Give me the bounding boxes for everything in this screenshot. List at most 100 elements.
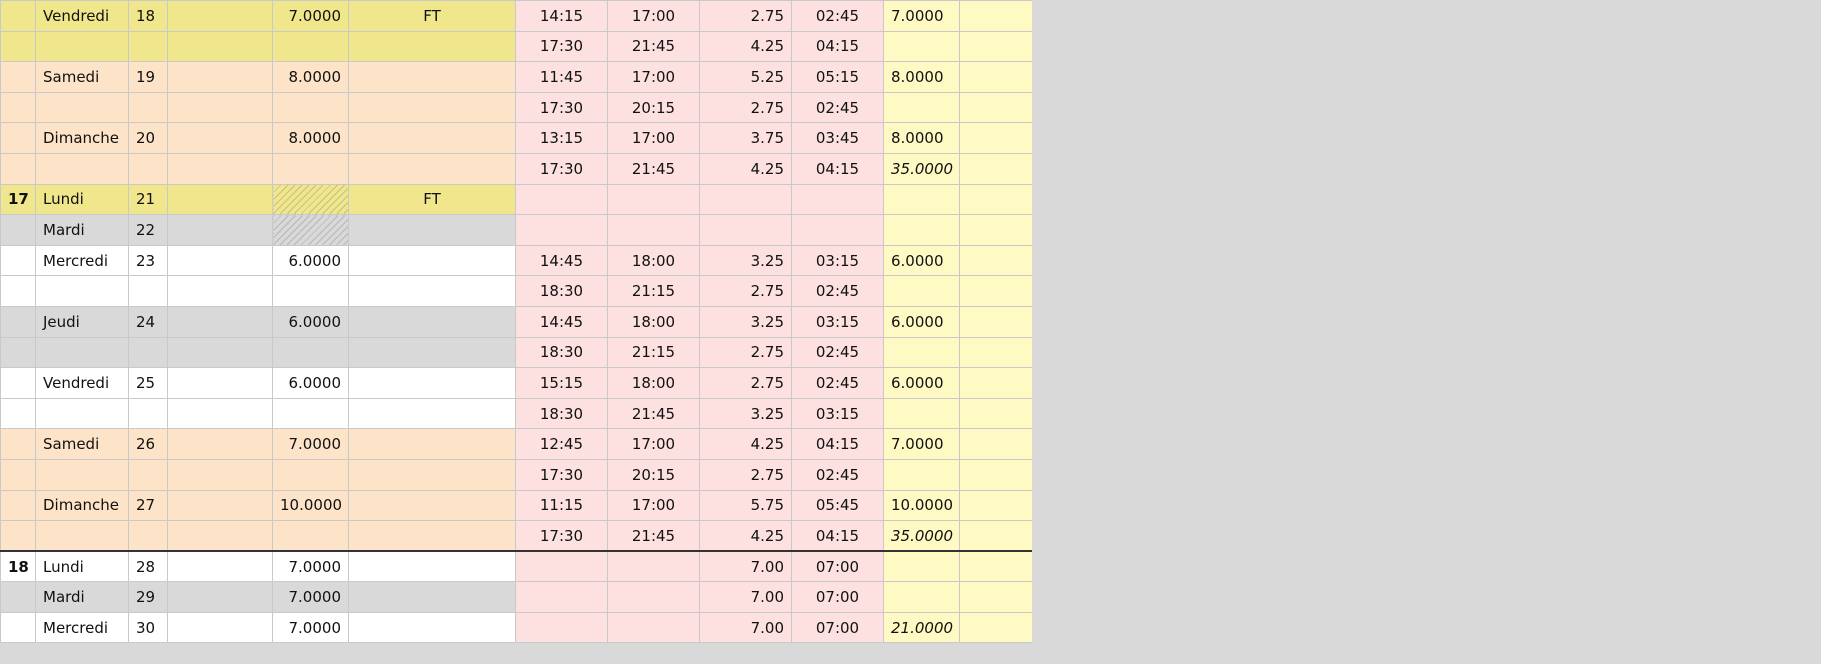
holiday-flag-cell[interactable]: [348, 61, 516, 93]
decimal-duration-cell[interactable]: 4.25: [699, 428, 792, 460]
blank-cell[interactable]: [167, 0, 273, 32]
blank-cell[interactable]: [167, 214, 273, 246]
planned-hours-cell[interactable]: [272, 214, 349, 246]
duration-cell[interactable]: 02:45: [791, 458, 884, 491]
decimal-duration-cell[interactable]: 4.25: [699, 152, 792, 185]
day-name-cell[interactable]: [35, 30, 129, 63]
blank-cell[interactable]: [167, 305, 273, 338]
duration-cell[interactable]: 02:45: [791, 367, 884, 399]
day-name-cell[interactable]: Dimanche: [35, 489, 129, 522]
planned-hours-cell[interactable]: [272, 336, 349, 369]
end-time-cell[interactable]: 17:00: [607, 61, 700, 93]
day-name-cell[interactable]: Mercredi: [35, 244, 129, 277]
end-time-cell[interactable]: 21:45: [607, 397, 700, 430]
holiday-flag-cell[interactable]: [348, 550, 516, 583]
planned-hours-cell[interactable]: 6.0000: [272, 244, 349, 277]
holiday-flag-cell[interactable]: [348, 367, 516, 399]
day-name-cell[interactable]: Mercredi: [35, 611, 129, 644]
planned-hours-cell[interactable]: [272, 275, 349, 307]
decimal-duration-cell[interactable]: 2.75: [699, 0, 792, 32]
blank-cell[interactable]: [167, 397, 273, 430]
decimal-duration-cell[interactable]: 3.25: [699, 305, 792, 338]
extra-cell[interactable]: [959, 305, 1033, 338]
start-time-cell[interactable]: 18:30: [515, 275, 608, 307]
holiday-flag-cell[interactable]: [348, 244, 516, 277]
extra-cell[interactable]: [959, 397, 1033, 430]
blank-cell[interactable]: [167, 520, 273, 553]
decimal-duration-cell[interactable]: 2.75: [699, 336, 792, 369]
start-time-cell[interactable]: 14:45: [515, 244, 608, 277]
end-time-cell[interactable]: 21:45: [607, 520, 700, 553]
day-number-cell[interactable]: [128, 30, 168, 63]
blank-cell[interactable]: [167, 489, 273, 522]
day-name-cell[interactable]: Vendredi: [35, 367, 129, 399]
day-number-cell[interactable]: 27: [128, 489, 168, 522]
planned-hours-cell[interactable]: [272, 520, 349, 553]
extra-cell[interactable]: [959, 214, 1033, 246]
day-number-cell[interactable]: 22: [128, 214, 168, 246]
planned-hours-cell[interactable]: 10.0000: [272, 489, 349, 522]
start-time-cell[interactable]: 13:15: [515, 122, 608, 154]
start-time-cell[interactable]: 18:30: [515, 336, 608, 369]
holiday-flag-cell[interactable]: [348, 520, 516, 553]
week-number-cell[interactable]: [0, 0, 36, 32]
duration-cell[interactable]: [791, 214, 884, 246]
daily-total-cell[interactable]: [883, 458, 960, 491]
week-number-cell[interactable]: [0, 305, 36, 338]
decimal-duration-cell[interactable]: 7.00: [699, 581, 792, 613]
start-time-cell[interactable]: 14:15: [515, 0, 608, 32]
end-time-cell[interactable]: 17:00: [607, 428, 700, 460]
day-name-cell[interactable]: [35, 152, 129, 185]
extra-cell[interactable]: [959, 183, 1033, 216]
daily-total-cell[interactable]: [883, 214, 960, 246]
extra-cell[interactable]: [959, 611, 1033, 644]
day-name-cell[interactable]: [35, 397, 129, 430]
duration-cell[interactable]: 07:00: [791, 611, 884, 644]
extra-cell[interactable]: [959, 520, 1033, 553]
duration-cell[interactable]: 03:15: [791, 244, 884, 277]
duration-cell[interactable]: 07:00: [791, 581, 884, 613]
day-number-cell[interactable]: 24: [128, 305, 168, 338]
week-number-cell[interactable]: [0, 336, 36, 369]
start-time-cell[interactable]: 17:30: [515, 520, 608, 553]
holiday-flag-cell[interactable]: [348, 305, 516, 338]
holiday-flag-cell[interactable]: FT: [348, 0, 516, 32]
day-name-cell[interactable]: Mardi: [35, 214, 129, 246]
holiday-flag-cell[interactable]: [348, 214, 516, 246]
day-number-cell[interactable]: 26: [128, 428, 168, 460]
blank-cell[interactable]: [167, 336, 273, 369]
daily-total-cell[interactable]: 6.0000: [883, 305, 960, 338]
daily-total-cell[interactable]: 8.0000: [883, 122, 960, 154]
day-number-cell[interactable]: [128, 152, 168, 185]
planned-hours-cell[interactable]: [272, 30, 349, 63]
duration-cell[interactable]: 03:15: [791, 305, 884, 338]
holiday-flag-cell[interactable]: [348, 428, 516, 460]
day-number-cell[interactable]: 30: [128, 611, 168, 644]
week-number-cell[interactable]: [0, 397, 36, 430]
decimal-duration-cell[interactable]: 7.00: [699, 550, 792, 583]
day-name-cell[interactable]: [35, 91, 129, 124]
start-time-cell[interactable]: [515, 214, 608, 246]
decimal-duration-cell[interactable]: 4.25: [699, 30, 792, 63]
holiday-flag-cell[interactable]: [348, 91, 516, 124]
week-number-cell[interactable]: [0, 611, 36, 644]
end-time-cell[interactable]: [607, 581, 700, 613]
end-time-cell[interactable]: 21:45: [607, 30, 700, 63]
week-number-cell[interactable]: [0, 458, 36, 491]
end-time-cell[interactable]: [607, 550, 700, 583]
extra-cell[interactable]: [959, 489, 1033, 522]
day-number-cell[interactable]: 23: [128, 244, 168, 277]
daily-total-cell[interactable]: [883, 91, 960, 124]
daily-total-cell[interactable]: [883, 397, 960, 430]
day-name-cell[interactable]: [35, 520, 129, 553]
extra-cell[interactable]: [959, 0, 1033, 32]
daily-total-cell[interactable]: 6.0000: [883, 367, 960, 399]
start-time-cell[interactable]: 17:30: [515, 458, 608, 491]
day-name-cell[interactable]: Vendredi: [35, 0, 129, 32]
extra-cell[interactable]: [959, 30, 1033, 63]
start-time-cell[interactable]: 17:30: [515, 152, 608, 185]
blank-cell[interactable]: [167, 244, 273, 277]
holiday-flag-cell[interactable]: [348, 336, 516, 369]
end-time-cell[interactable]: 17:00: [607, 122, 700, 154]
end-time-cell[interactable]: 17:00: [607, 0, 700, 32]
